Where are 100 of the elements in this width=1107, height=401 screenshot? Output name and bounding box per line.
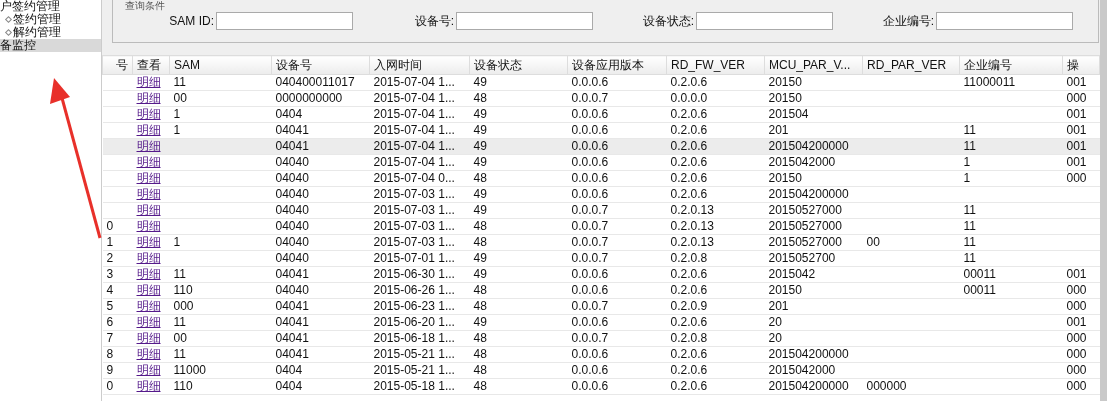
table-cell: 49 <box>473 107 487 121</box>
table-cell: 001 <box>1066 107 1087 121</box>
table-cell: 2015-07-03 1... <box>373 219 455 233</box>
table-row[interactable]: 5 明细 000 04041 2015-06-23 1... 48 0.0.0.7 0.2.0.9 201 000 <box>102 298 1100 315</box>
table-cell: 2015-06-23 1... <box>373 299 455 313</box>
table-cell: 0.0.0.7 <box>571 299 609 313</box>
column-header[interactable]: 设备应用版本 <box>567 55 667 75</box>
column-header[interactable]: 设备号 <box>271 55 370 75</box>
detail-link[interactable]: 明细 <box>136 347 161 361</box>
detail-link[interactable]: 明细 <box>136 107 161 121</box>
detail-link[interactable]: 明细 <box>136 91 161 105</box>
table-row[interactable]: 0 明细 04040 2015-07-03 1... 48 0.0.0.7 0.2.0.13 20150527000 11 <box>102 218 1100 235</box>
column-header[interactable]: MCU_PAR_V... <box>764 55 863 75</box>
table-cell: 20150 <box>768 75 802 89</box>
detail-link[interactable]: 明细 <box>136 331 161 345</box>
table-cell: 20 <box>768 331 782 345</box>
table-row[interactable]: 明细 04040 2015-07-03 1... 49 0.0.0.6 0.2.0.6 201504200000 <box>102 186 1100 203</box>
detail-link[interactable]: 明细 <box>136 75 161 89</box>
input-field[interactable] <box>216 12 353 30</box>
detail-link[interactable]: 明细 <box>136 123 161 137</box>
table-cell: 49 <box>473 155 487 169</box>
table-row[interactable]: 7 明细 00 04041 2015-06-18 1... 48 0.0.0.7 0.2.0.8 20 000 <box>102 330 1100 347</box>
table-cell: 04040 <box>275 219 309 233</box>
table-cell: 00011 <box>963 283 996 297</box>
table-cell: 2015-07-04 1... <box>373 75 455 89</box>
tree-item[interactable]: 解约管理 <box>0 26 101 39</box>
input-field[interactable] <box>696 12 833 30</box>
table-row[interactable]: 4 明细 110 04040 2015-06-26 1... 48 0.0.0.6 0.2.0.6 20150 00011 000 <box>102 282 1100 299</box>
table-cell: 00 <box>173 331 187 345</box>
tree-item[interactable]: 备监控 <box>0 39 101 52</box>
column-header[interactable]: 入网时间 <box>369 55 470 75</box>
table-cell: 0.2.0.13 <box>670 203 714 217</box>
column-header[interactable]: SAM <box>169 55 272 75</box>
table-row[interactable]: 明细 04041 2015-07-04 1... 49 0.0.0.6 0.2.0.6 201504200000 11 001 <box>102 138 1100 155</box>
column-header[interactable]: 查看 <box>132 55 170 75</box>
column-header[interactable]: 企业编号 <box>959 55 1063 75</box>
table-cell: 0.2.0.6 <box>670 363 708 377</box>
table-row[interactable]: 明细 04040 2015-07-03 1... 49 0.0.0.7 0.2.0.13 20150527000 11 <box>102 202 1100 219</box>
table-row[interactable]: 明细 1 0404 2015-07-04 1... 49 0.0.0.6 0.2.0.6 201504 001 <box>102 106 1100 123</box>
table-row[interactable]: 3 明细 11 04041 2015-06-30 1... 49 0.0.0.6 0.2.0.6 2015042 00011 001 <box>102 266 1100 283</box>
table-cell: 0 <box>106 379 114 393</box>
table-cell: 0.0.0.6 <box>571 171 609 185</box>
table-cell: 04041 <box>275 315 309 329</box>
table-row[interactable]: 8 明细 11 04041 2015-05-21 1... 48 0.0.0.6 0.2.0.6 201504200000 000 <box>102 346 1100 363</box>
table-cell: 000 <box>1066 379 1087 393</box>
column-header[interactable]: RD_FW_VER <box>666 55 765 75</box>
detail-link[interactable]: 明细 <box>136 299 161 313</box>
tree-item[interactable]: 户签约管理 <box>0 0 101 13</box>
field-label: SAM ID: <box>169 13 214 30</box>
table-cell: 000 <box>1066 347 1087 361</box>
detail-link[interactable]: 明细 <box>136 251 161 265</box>
table-row[interactable]: 9 明细 11000 0404 2015-05-21 1... 48 0.0.0.6 0.2.0.6 2015042000 000 <box>102 362 1100 379</box>
column-header[interactable]: 号 <box>102 55 133 75</box>
table-cell: 000 <box>1066 171 1087 185</box>
table-cell: 110 <box>173 283 193 297</box>
table-cell: 201 <box>768 123 789 137</box>
detail-link[interactable]: 明细 <box>136 267 161 281</box>
column-header[interactable]: RD_PAR_VER <box>862 55 960 75</box>
detail-link[interactable]: 明细 <box>136 187 161 201</box>
table-cell: 49 <box>473 203 487 217</box>
scrollbar[interactable] <box>1100 0 1107 401</box>
table-row[interactable]: 明细 1 04041 2015-07-04 1... 49 0.0.0.6 0.2.0.6 201 11 001 <box>102 122 1100 139</box>
table-row[interactable]: 明细 04040 2015-07-04 1... 49 0.0.0.6 0.2.0.6 2015042000 1 001 <box>102 154 1100 171</box>
table-cell: 0.2.0.13 <box>670 219 714 233</box>
table-cell: 201504200000 <box>768 187 849 201</box>
input-field[interactable] <box>456 12 593 30</box>
column-header[interactable]: 操 <box>1062 55 1100 75</box>
detail-link[interactable]: 明细 <box>136 283 161 297</box>
table-cell: 04040 <box>275 155 309 169</box>
tree-item[interactable]: 签约管理 <box>0 13 101 26</box>
table-row[interactable]: 明细 04040 2015-07-04 0... 48 0.0.0.6 0.2.0.6 20150 1 000 <box>102 170 1100 187</box>
table-cell: 2015042000 <box>768 363 836 377</box>
table-row[interactable]: 1 明细 1 04040 2015-07-03 1... 48 0.0.0.7 0.2.0.13 20150527000 00 11 <box>102 234 1100 251</box>
table-cell: 201504200000 <box>768 139 849 153</box>
table-cell: 001 <box>1066 75 1087 89</box>
table-row[interactable]: 0 明细 110 0404 2015-05-18 1... 48 0.0.0.6 0.2.0.6 201504200000 000000 000 <box>102 378 1100 395</box>
table-row[interactable]: 6 明细 11 04041 2015-06-20 1... 49 0.0.0.6 0.2.0.6 20 001 <box>102 314 1100 331</box>
table-cell: 0.0.0.6 <box>571 107 609 121</box>
detail-link[interactable]: 明细 <box>136 363 161 377</box>
table-cell: 001 <box>1066 155 1087 169</box>
detail-link[interactable]: 明细 <box>136 235 161 249</box>
detail-link[interactable]: 明细 <box>136 171 161 185</box>
detail-link[interactable]: 明细 <box>136 379 161 393</box>
detail-link[interactable]: 明细 <box>136 219 161 233</box>
detail-link[interactable]: 明细 <box>136 155 161 169</box>
table-cell: 0 <box>106 219 114 233</box>
detail-link[interactable]: 明细 <box>136 203 161 217</box>
column-header[interactable]: 设备状态 <box>469 55 568 75</box>
table-cell: 2015-07-04 0... <box>373 171 455 185</box>
table-cell: 110 <box>173 379 193 393</box>
input-field[interactable] <box>936 12 1073 30</box>
detail-link[interactable]: 明细 <box>136 315 161 329</box>
table-row[interactable]: 明细 11 040400011017 2015-07-04 1... 49 0.0.0.6 0.2.0.6 20150 11000011 001 <box>102 74 1100 91</box>
table-cell: 2015-06-26 1... <box>373 283 455 297</box>
table-cell: 0.2.0.6 <box>670 155 708 169</box>
table-cell: 11 <box>173 315 186 329</box>
table-row[interactable]: 明细 00 0000000000 2015-07-04 1... 48 0.0.0.7 0.0.0.0 20150 000 <box>102 90 1100 107</box>
table-row[interactable]: 2 明细 04040 2015-07-01 1... 49 0.0.0.7 0.2.0.8 2015052700 11 <box>102 250 1100 267</box>
table-cell: 48 <box>473 331 487 345</box>
table-cell: 11 <box>963 251 976 265</box>
